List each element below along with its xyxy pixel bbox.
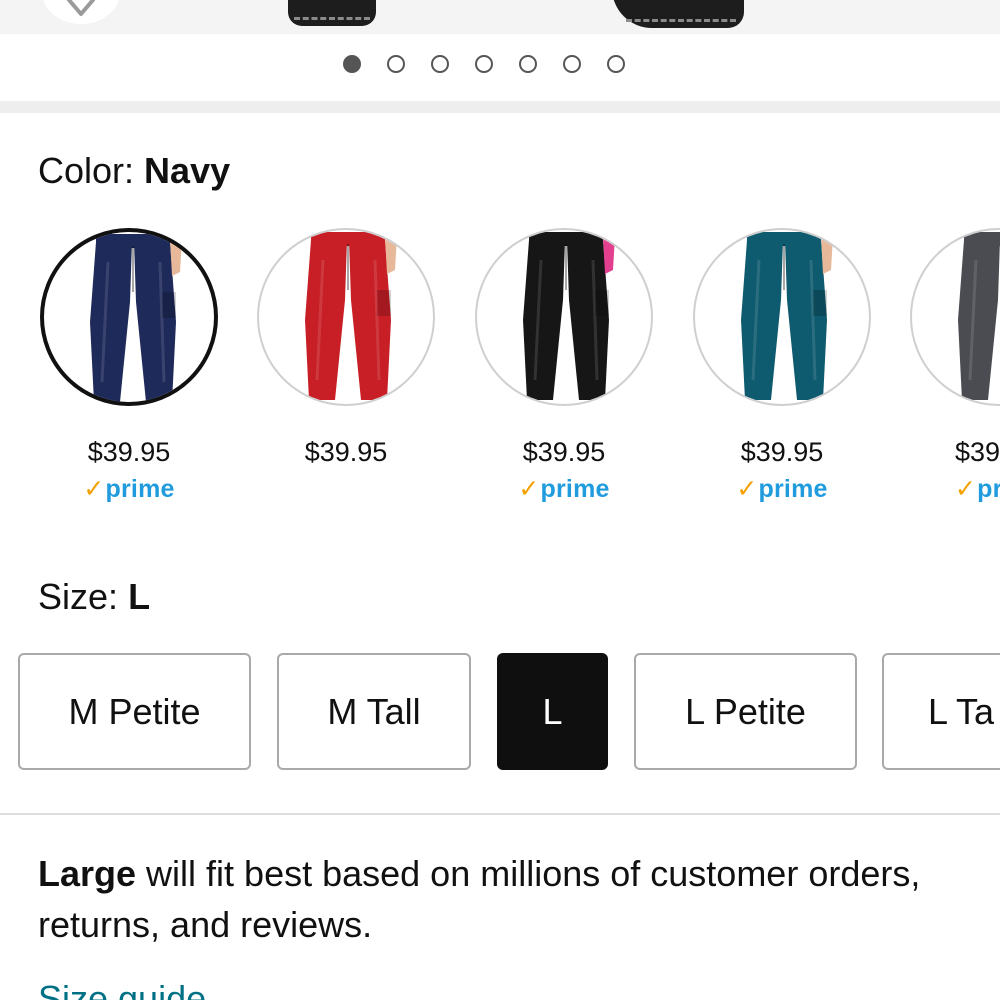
checkmark-icon: ✓ xyxy=(736,475,758,503)
carousel-dot[interactable] xyxy=(563,55,581,73)
swatch-price: $39.95 xyxy=(304,437,388,467)
fit-recommendation-text: will fit best based on millions of custo… xyxy=(38,853,921,945)
model-hand xyxy=(170,238,182,276)
pants-image xyxy=(90,234,182,402)
carousel-dot[interactable] xyxy=(431,55,449,73)
size-option-l-petite[interactable]: L Petite xyxy=(634,653,857,770)
swatch-price: $39 xyxy=(955,437,1000,467)
carousel-dot[interactable] xyxy=(607,55,625,73)
pants-left-leg xyxy=(305,240,347,400)
model-hand xyxy=(385,236,397,274)
pants-pocket xyxy=(377,290,391,316)
color-label-text: Color: xyxy=(38,150,135,191)
pants-image xyxy=(305,232,397,400)
size-label: Size: L xyxy=(38,576,150,618)
color-swatch-gray[interactable] xyxy=(910,228,1000,406)
pants-image xyxy=(523,232,615,400)
product-image-shoe-left xyxy=(288,0,376,26)
carousel-dot[interactable] xyxy=(519,55,537,73)
swatch-price: $39.95 xyxy=(522,437,606,467)
carousel-dot[interactable] xyxy=(343,55,361,73)
size-option-l-tall[interactable]: L Ta xyxy=(882,653,1000,770)
carousel-dots xyxy=(343,55,625,73)
color-swatch-navy[interactable] xyxy=(40,228,218,406)
pants-left-leg xyxy=(523,240,565,400)
heart-icon xyxy=(67,0,95,16)
carousel-dot[interactable] xyxy=(387,55,405,73)
recommended-size: Large xyxy=(38,853,137,894)
color-label: Color: Navy xyxy=(38,150,230,192)
pants-left-leg xyxy=(741,240,783,400)
selected-color-value: Navy xyxy=(144,150,231,191)
checkmark-icon: ✓ xyxy=(83,475,105,503)
prime-badge: ✓prime xyxy=(736,475,828,503)
pants-image xyxy=(958,232,1000,400)
pants-left-leg xyxy=(90,242,132,402)
pants-pocket xyxy=(595,290,609,316)
carousel-dot[interactable] xyxy=(475,55,493,73)
product-image-shoe-right xyxy=(612,0,744,28)
product-image-carousel[interactable] xyxy=(0,0,1000,34)
size-guide-link[interactable]: Size guide xyxy=(38,978,206,1000)
pants-right-leg xyxy=(567,240,609,400)
size-label-text: Size: xyxy=(38,576,119,617)
product-variation-page: Color: Navy $39.95 $39.95 $39.95 $39.95 … xyxy=(0,0,1000,1000)
model-hand xyxy=(603,236,615,274)
fit-recommendation: Large will fit best based on millions of… xyxy=(38,848,938,950)
prime-badge: ✓prime xyxy=(518,475,610,503)
checkmark-icon: ✓ xyxy=(955,475,977,503)
pants-pocket xyxy=(813,290,827,316)
pants-pocket xyxy=(162,292,176,318)
color-swatch-black[interactable] xyxy=(475,228,653,406)
section-divider xyxy=(0,813,1000,815)
prime-badge: ✓pr xyxy=(955,475,1000,503)
size-option-m-petite[interactable]: M Petite xyxy=(18,653,251,770)
prime-badge: ✓prime xyxy=(83,475,175,503)
selected-size-value: L xyxy=(128,576,151,617)
color-swatch-red[interactable] xyxy=(257,228,435,406)
pants-left-leg xyxy=(958,240,1000,400)
color-swatch-teal[interactable] xyxy=(693,228,871,406)
size-option-l[interactable]: L xyxy=(497,653,608,770)
pants-image xyxy=(741,232,833,400)
pants-right-leg xyxy=(785,240,827,400)
wishlist-button[interactable] xyxy=(42,0,120,24)
checkmark-icon: ✓ xyxy=(518,475,540,503)
pants-right-leg xyxy=(134,242,176,402)
swatch-price: $39.95 xyxy=(87,437,171,467)
size-option-m-tall[interactable]: M Tall xyxy=(277,653,471,770)
swatch-price: $39.95 xyxy=(740,437,824,467)
pants-right-leg xyxy=(349,240,391,400)
model-hand xyxy=(821,236,833,274)
section-divider xyxy=(0,101,1000,113)
